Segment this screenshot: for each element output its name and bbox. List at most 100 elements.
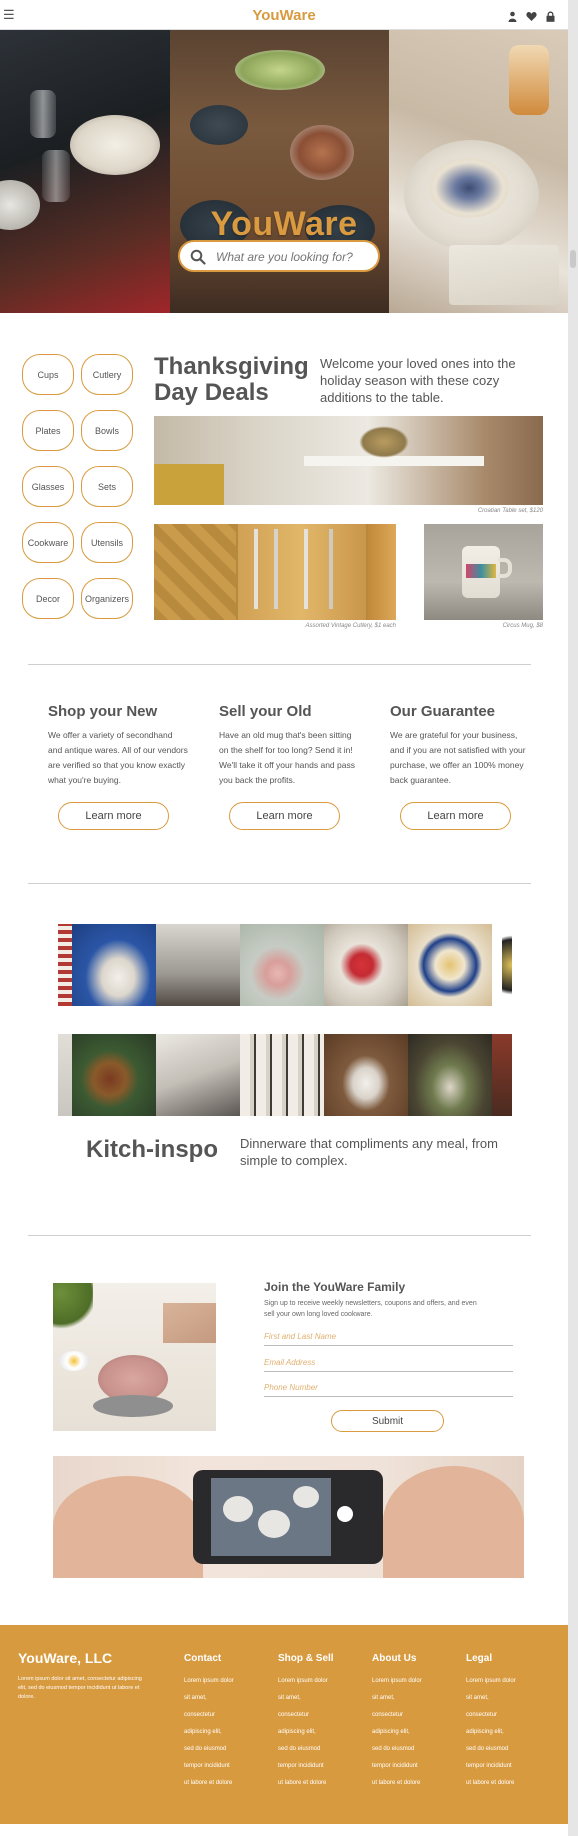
footer-shop-sell: Shop & Sell Lorem ipsum dolor sit amet, … (278, 1653, 358, 1792)
learn-more-button-shop[interactable]: Learn more (58, 802, 169, 830)
nav-brand[interactable]: YouWare (0, 7, 568, 24)
category-cookware[interactable]: Cookware (22, 522, 74, 563)
footer-line: ut labore et dolore (466, 1780, 515, 1786)
footer-line: consectetur (466, 1712, 498, 1718)
search-input[interactable] (216, 247, 371, 267)
gallery-tile[interactable] (156, 924, 240, 1006)
cookware-photo (53, 1283, 216, 1431)
caption-table-set: Croatian Table set, $120 (477, 508, 543, 514)
join-description: Sign up to receive weekly newsletters, c… (264, 1300, 477, 1318)
lock-icon[interactable] (545, 9, 556, 22)
phone-photo (53, 1456, 524, 1578)
heart-icon[interactable] (526, 9, 537, 21)
gallery-tile[interactable] (58, 924, 72, 1006)
footer-column-title[interactable]: About Us (372, 1653, 452, 1664)
footer-blurb: Lorem ipsum dolor sit amet, consectetur … (18, 1676, 142, 1700)
user-icon[interactable] (507, 9, 518, 22)
hero-banner: YouWare (0, 30, 568, 313)
table-set-image[interactable] (154, 416, 543, 505)
learn-more-button-sell[interactable]: Learn more (229, 802, 340, 830)
category-cutlery[interactable]: Cutlery (81, 354, 133, 395)
feature-sell: Sell your Old Have an old mug that's bee… (219, 703, 359, 788)
category-plates[interactable]: Plates (22, 410, 74, 451)
phone-field[interactable] (264, 1379, 513, 1397)
feature-shop: Shop your New We offer a variety of seco… (48, 703, 188, 788)
category-decor[interactable]: Decor (22, 578, 74, 619)
name-field[interactable] (264, 1328, 513, 1346)
gallery-strip-bottom (58, 1034, 512, 1116)
gallery-tile[interactable] (72, 1034, 156, 1116)
footer-line: consectetur (372, 1712, 404, 1718)
divider (28, 664, 531, 665)
footer-line: Lorem ipsum dolor (278, 1678, 328, 1684)
footer-line: sit amet, (278, 1695, 301, 1701)
feature-text: We offer a variety of secondhand and ant… (48, 730, 188, 785)
footer-line: tempor incididunt (278, 1763, 324, 1769)
search-bar[interactable] (178, 240, 380, 272)
footer-about: About Us Lorem ipsum dolor sit amet, con… (372, 1653, 452, 1792)
gallery-tile[interactable] (408, 924, 492, 1006)
gallery-tile[interactable] (156, 1034, 240, 1116)
feature-text: Have an old mug that's been sitting on t… (219, 730, 355, 785)
footer: YouWare, LLC Lorem ipsum dolor sit amet,… (0, 1625, 568, 1824)
feature-text: We are grateful for your business, and i… (390, 730, 526, 785)
nav-icons (507, 9, 556, 22)
feature-guarantee: Our Guarantee We are grateful for your b… (390, 703, 530, 788)
footer-line: sed do eiusmod (372, 1746, 415, 1752)
footer-column-title[interactable]: Legal (466, 1653, 546, 1664)
footer-column-title[interactable]: Shop & Sell (278, 1653, 358, 1664)
submit-button[interactable]: Submit (331, 1410, 444, 1432)
divider (28, 1235, 531, 1236)
footer-line: Lorem ipsum dolor (184, 1678, 234, 1684)
gallery-tile[interactable] (324, 924, 408, 1006)
footer-line: adipiscing elit, (466, 1729, 504, 1735)
deals-description: Welcome your loved ones into the holiday… (320, 356, 516, 405)
footer-line: adipiscing elit, (184, 1729, 222, 1735)
gallery-tile[interactable] (72, 924, 156, 1006)
footer-legal: Legal Lorem ipsum dolor sit amet, consec… (466, 1653, 546, 1792)
footer-line: sed do eiusmod (278, 1746, 321, 1752)
footer-line: Lorem ipsum dolor (466, 1678, 516, 1684)
caption-circus-mug: Circus Mug, $8 (502, 623, 543, 629)
hero-title: YouWare (210, 205, 358, 243)
gallery-tile[interactable] (324, 1034, 408, 1116)
category-organizers[interactable]: Organizers (81, 578, 133, 619)
footer-brand: YouWare, LLC (18, 1650, 113, 1666)
hero-photo-glasses (0, 30, 170, 313)
gallery-tile[interactable] (240, 1034, 324, 1116)
footer-line: sed do eiusmod (466, 1746, 509, 1752)
footer-line: tempor incididunt (466, 1763, 512, 1769)
caption-cutlery: Assorted Vintage Cutlery, $1 each (305, 623, 397, 629)
feature-title: Sell your Old (219, 703, 312, 720)
footer-line: consectetur (278, 1712, 310, 1718)
cutlery-image[interactable] (154, 524, 396, 620)
scrollbar-thumb[interactable] (570, 250, 576, 268)
footer-line: adipiscing elit, (278, 1729, 316, 1735)
footer-line: consectetur (184, 1712, 216, 1718)
learn-more-button-guarantee[interactable]: Learn more (400, 802, 511, 830)
scrollbar[interactable] (568, 0, 578, 1836)
footer-line: sit amet, (184, 1695, 207, 1701)
feature-title: Our Guarantee (390, 703, 496, 720)
footer-column-title[interactable]: Contact (184, 1653, 264, 1664)
inspo-title: Kitch-inspo (86, 1136, 218, 1163)
footer-line: ut labore et dolore (278, 1780, 327, 1786)
gallery-tile[interactable] (502, 924, 512, 1006)
gallery-tile[interactable] (58, 1034, 72, 1116)
gallery-tile[interactable] (408, 1034, 492, 1116)
category-utensils[interactable]: Utensils (81, 522, 133, 563)
category-sets[interactable]: Sets (81, 466, 133, 507)
top-nav: ☰ YouWare (0, 0, 568, 30)
footer-line: sed do eiusmod (184, 1746, 227, 1752)
category-cups[interactable]: Cups (22, 354, 74, 395)
footer-line: sit amet, (372, 1695, 395, 1701)
email-field[interactable] (264, 1354, 513, 1372)
gallery-tile[interactable] (492, 1034, 512, 1116)
category-bowls[interactable]: Bowls (81, 410, 133, 451)
footer-line: tempor incididunt (372, 1763, 418, 1769)
category-glasses[interactable]: Glasses (22, 466, 74, 507)
circus-mug-image[interactable] (424, 524, 543, 620)
deals-title: Thanksgiving Day Deals (154, 353, 309, 406)
gallery-tile[interactable] (240, 924, 324, 1006)
footer-line: sit amet, (466, 1695, 489, 1701)
